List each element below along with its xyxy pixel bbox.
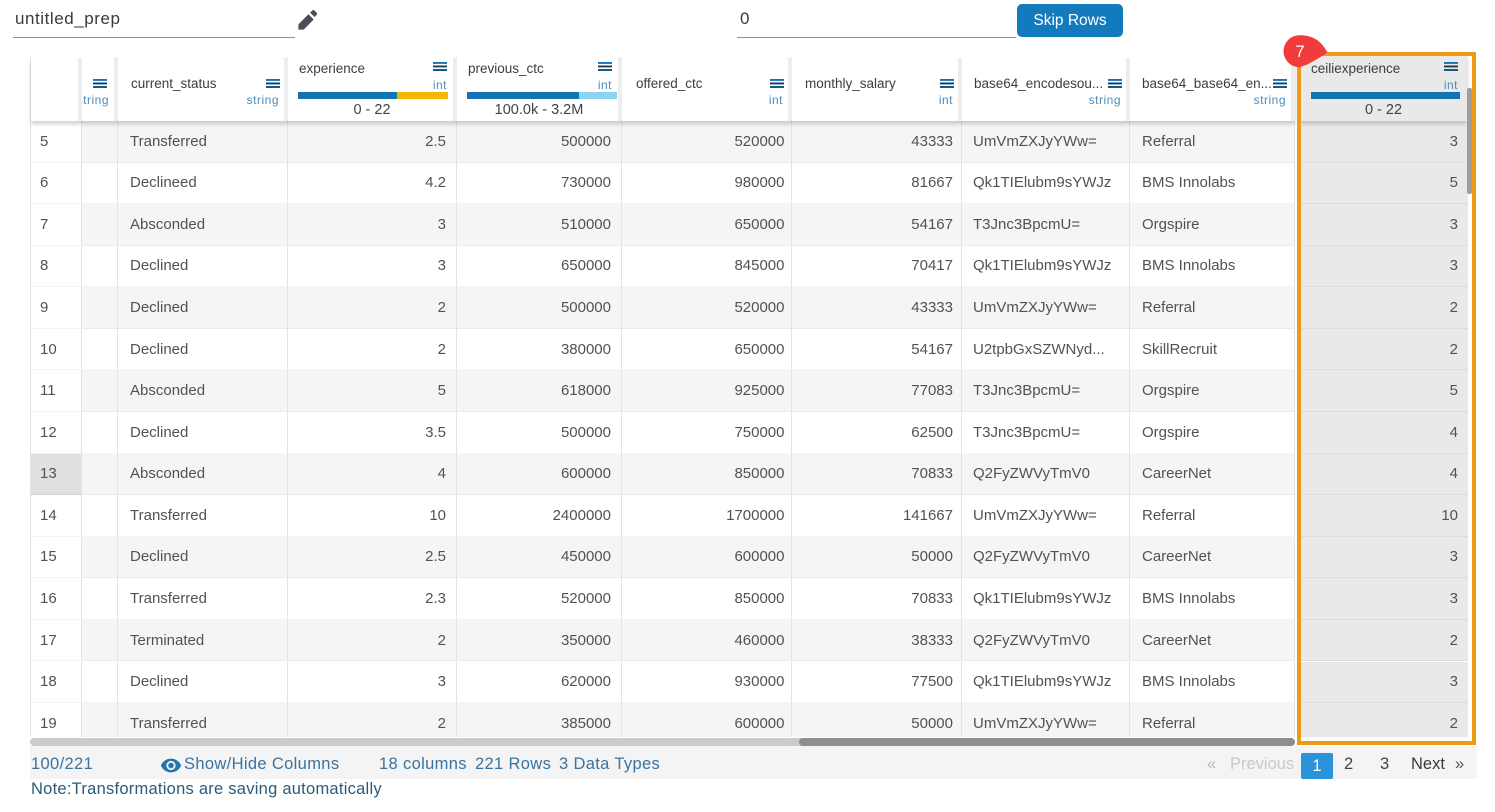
svg-text:7: 7 [1295,43,1304,61]
